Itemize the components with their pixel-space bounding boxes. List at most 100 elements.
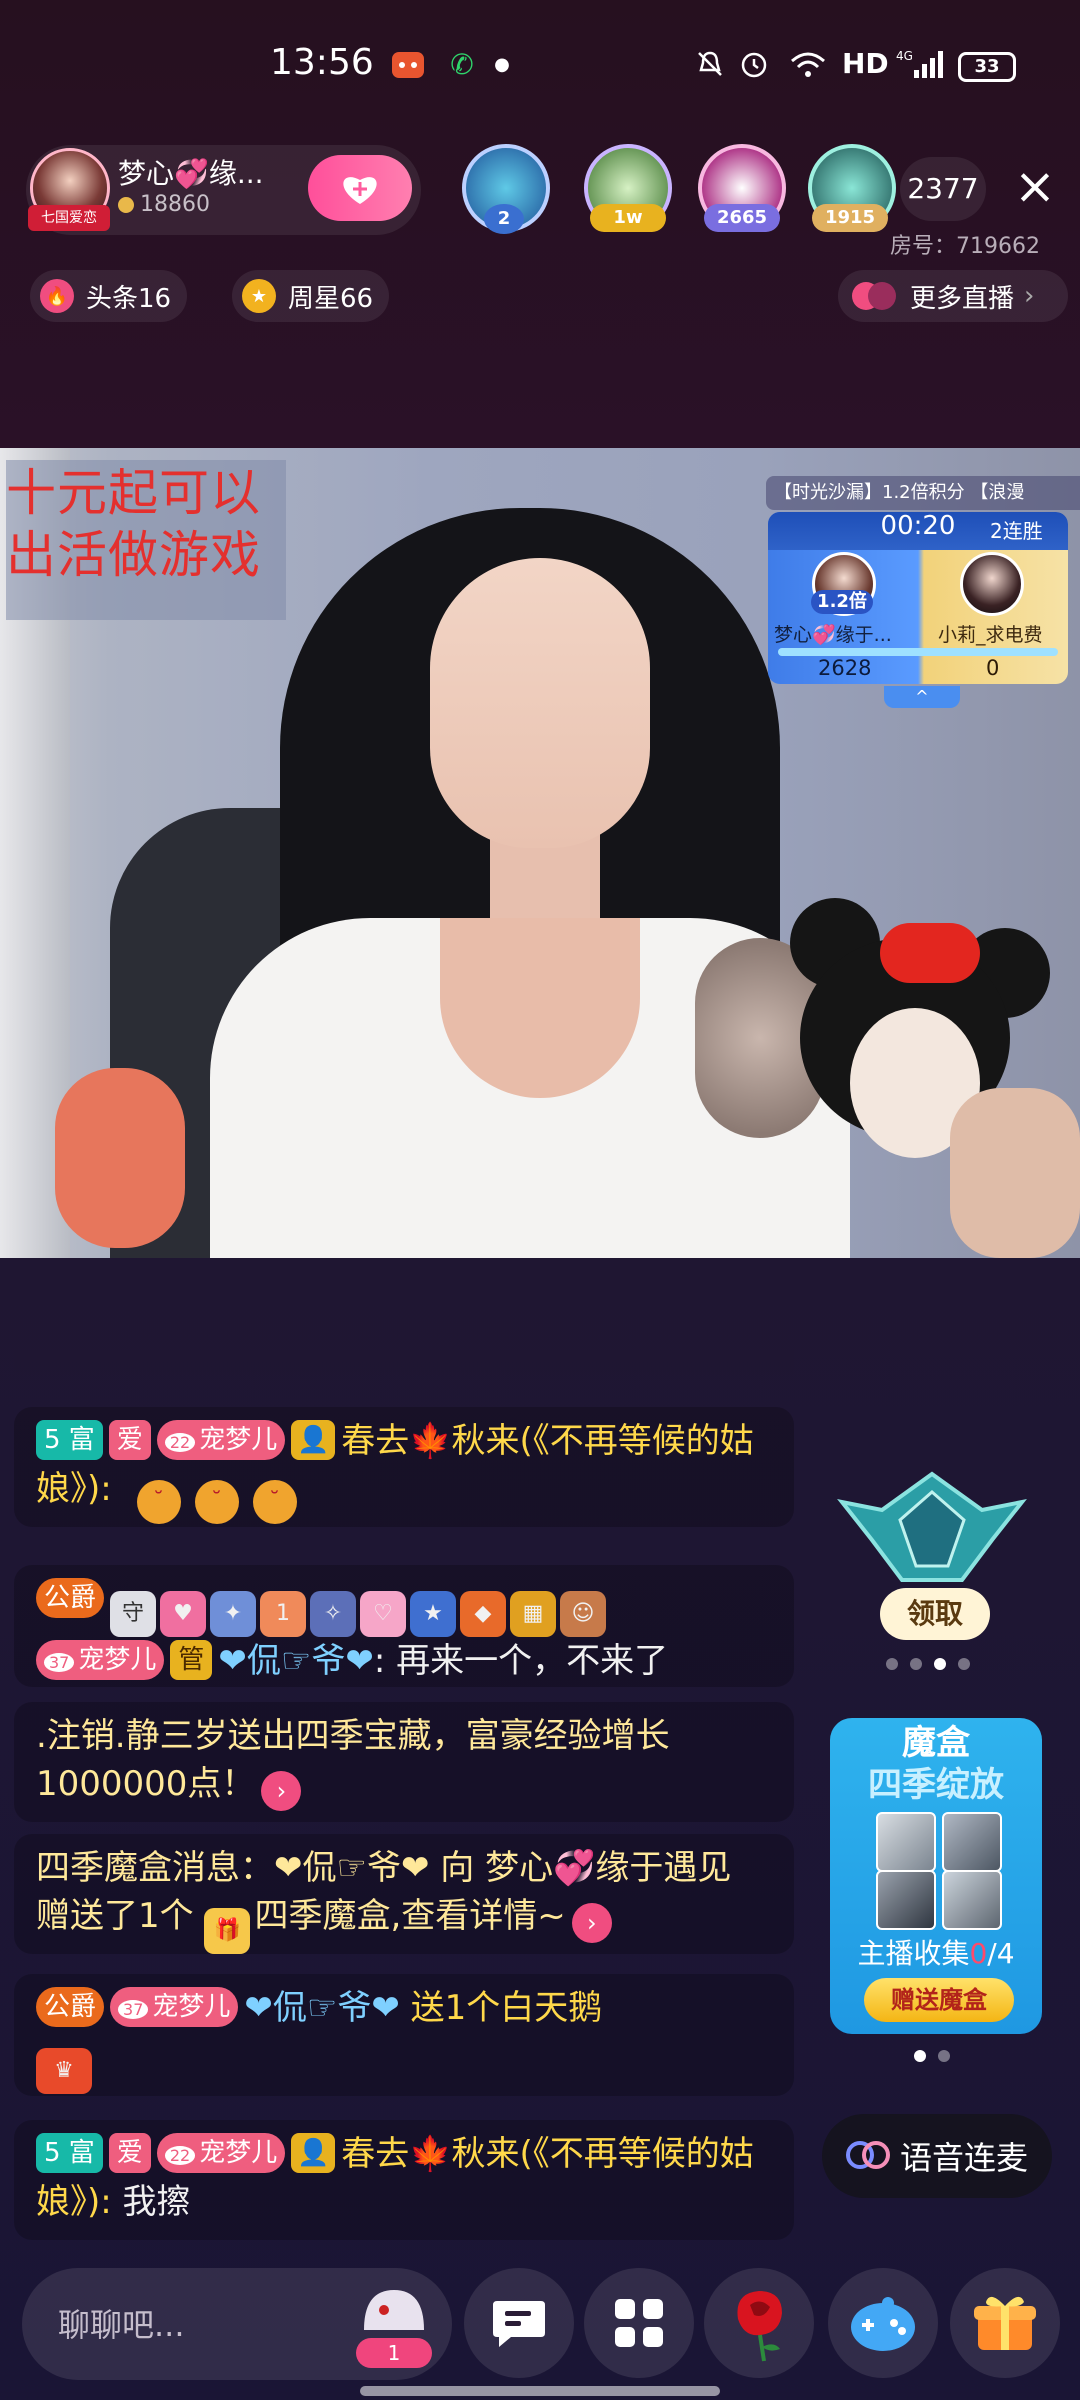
magic-box-icon: 🎁 (204, 1908, 251, 1954)
host-name: 梦心💞缘... (118, 157, 264, 190)
viewer-count[interactable]: 2377 (900, 157, 986, 221)
duke-badge: 公爵 (36, 1987, 105, 2027)
duke-badge: 公爵 (36, 1578, 105, 1618)
medal-icon: 1 (260, 1591, 307, 1637)
gamepad-icon (851, 2297, 915, 2351)
video-hand (950, 1088, 1080, 1258)
fan-level: 22 (164, 1433, 196, 1452)
network-hd: HD (842, 47, 889, 80)
medal-icon: ☺ (560, 1591, 607, 1637)
magic-title-1: 魔盒 (902, 1723, 970, 1763)
room-number: 房号：719662 (890, 234, 1040, 259)
viewer-badge-1: 2 (484, 204, 524, 234)
chat-fade (14, 1350, 794, 1390)
pk-collapse-button[interactable]: ^ (884, 686, 960, 708)
crying-emoji-icon: ˘ (252, 1480, 297, 1524)
arrow-right-icon[interactable]: › (571, 1903, 612, 1943)
medal-icon: ✦ (210, 1591, 257, 1637)
chat-user: ❤侃☞爷❤ (218, 1641, 374, 1681)
medal-icon: ▦ (510, 1591, 557, 1637)
gift-message[interactable]: 四季魔盒消息：❤侃☞爷❤ 向 梦心💞缘于遇见 赠送了1个 🎁 四季魔盒,查看详情~… (14, 1834, 794, 1954)
fan-badge: 22 宠梦儿 (156, 2133, 286, 2173)
fan-badge: 37 宠梦儿 (36, 1640, 165, 1680)
video-toy-bow (880, 923, 980, 983)
close-icon[interactable]: × (1010, 158, 1060, 214)
follow-button[interactable] (308, 155, 412, 221)
system-message[interactable]: .注销.静三岁送出四季宝藏，富豪经验增长1000000点！ › (14, 1702, 794, 1822)
claim-button[interactable]: 领取 (880, 1588, 990, 1640)
chat-message: 5 富爱 22 宠梦儿 👤 春去🍁秋来(《不再等候的姑娘》): ˘ ˘ ˘ (14, 1407, 794, 1527)
fan-level: 22 (164, 2146, 196, 2165)
dot-icon: ● (494, 53, 510, 75)
collect-total: /4 (987, 1937, 1015, 1970)
pk-right-score: 0 (986, 656, 1000, 680)
pk-timer: 00:20 (880, 511, 956, 541)
fan-label: 宠梦儿 (199, 1425, 278, 1455)
headline-label: 头条16 (86, 283, 172, 314)
promo-line-1: 十元起可以 (6, 464, 261, 522)
host-coin-count: 18860 (140, 192, 210, 217)
chat-list[interactable]: 5 富爱 22 宠梦儿 👤 春去🍁秋来(《不再等候的姑娘》): ˘ ˘ ˘ 公爵守 ♥ ✦ 1 ✧ ♡… (14, 1350, 794, 2240)
rose-gift-button[interactable] (704, 2268, 814, 2378)
phone-icon: ✆ (450, 47, 474, 81)
chat-message: 公爵守 ♥ ✦ 1 ✧ ♡ ★ ◆ ▦ ☺ 37 宠梦儿管 ❤侃☞爷❤: 再来一个，不来了 (14, 1565, 794, 1687)
headline-chip[interactable]: 🔥 头条16 (30, 270, 188, 322)
more-menu-button[interactable] (584, 2268, 694, 2378)
rose-icon (737, 2291, 782, 2362)
more-live-button[interactable]: 更多直播 › (838, 270, 1068, 322)
host-coins: 18860 (118, 192, 210, 217)
host-avatar-tag: 七国爱恋 (28, 205, 110, 231)
status-bar: 13:56 ✆ ● HD 4G 33 (0, 0, 1080, 135)
danmaku-button[interactable] (464, 2268, 574, 2378)
gift-button[interactable] (950, 2268, 1060, 2378)
send-magic-box-button[interactable]: 赠送魔盒 (864, 1978, 1014, 2022)
medal-icon: ◆ (460, 1591, 507, 1637)
status-time: 13:56 (270, 42, 374, 83)
pk-progress-bar (778, 648, 1058, 656)
arrow-right-icon[interactable]: › (261, 1771, 302, 1811)
fan-level: 37 (44, 1653, 75, 1672)
activity-emblem[interactable] (832, 1470, 1032, 1590)
rich-level-badge: 5 富 (36, 2133, 103, 2173)
chat-text: 我擦 (111, 2182, 191, 2222)
mute-bell-icon (692, 48, 728, 80)
crying-emoji-icon: ˘ (194, 1480, 239, 1524)
pk-right-name: 小莉_求电费 (938, 624, 1043, 646)
battery-indicator: 33 (958, 52, 1016, 82)
collect-count: 0 (969, 1937, 988, 1970)
chat-message: 公爵 37 宠梦儿 ❤侃☞爷❤ 送1个白天鹅 ♛ (14, 1974, 794, 2096)
svg-text:4G: 4G (896, 49, 913, 63)
emblem-pager (886, 1658, 970, 1670)
chat-user: ❤侃☞爷❤ (244, 1988, 400, 2028)
heart-plus-icon (338, 170, 382, 206)
card-pager (914, 2050, 950, 2062)
promo-text: 十元起可以 出活做游戏 (6, 462, 296, 586)
link-icon (845, 2141, 890, 2171)
pk-multiplier: 1.2倍 (811, 590, 873, 614)
chat-message: 5 富爱 22 宠梦儿 👤 春去🍁秋来(《不再等候的姑娘》): 我擦 (14, 2120, 794, 2240)
gift-item: 四季魔盒,查看详情~ (254, 1896, 566, 1936)
fan-label: 宠梦儿 (78, 1645, 157, 1675)
gift-icon (974, 2296, 1036, 2350)
system-text: .注销.静三岁送出四季宝藏，富豪经验增长1000000点！ (36, 1716, 670, 1804)
medal-icon: ♡ (360, 1591, 407, 1637)
voice-link-button[interactable]: 语音连麦 (822, 2114, 1052, 2198)
fan-club-badge: 1 (356, 2338, 432, 2368)
season-tile-spring (876, 1812, 936, 1872)
medal-icon: ♥ (160, 1591, 207, 1637)
admin-badge: 👤 (291, 1420, 336, 1460)
gift-prefix: 四季魔盒消息： (36, 1848, 274, 1888)
chat-text: : 再来一个，不来了 (373, 1641, 669, 1681)
pk-right-avatar[interactable] (960, 552, 1024, 616)
fan-badge: 22 宠梦儿 (156, 1420, 286, 1460)
game-button[interactable] (828, 2268, 938, 2378)
pk-streak: 2连胜 (990, 519, 1043, 543)
weekly-star-chip[interactable]: ★ 周星66 (232, 270, 390, 322)
medal-icon: ★ (410, 1591, 457, 1637)
home-indicator[interactable] (360, 2386, 720, 2396)
swan-gift-icon: ♛ (36, 2048, 92, 2094)
fan-level: 37 (118, 2000, 149, 2019)
chat-user: ❤侃☞爷❤ (274, 1848, 430, 1888)
love-badge: 爱 (108, 2133, 151, 2173)
live-circles-icon (852, 282, 898, 310)
